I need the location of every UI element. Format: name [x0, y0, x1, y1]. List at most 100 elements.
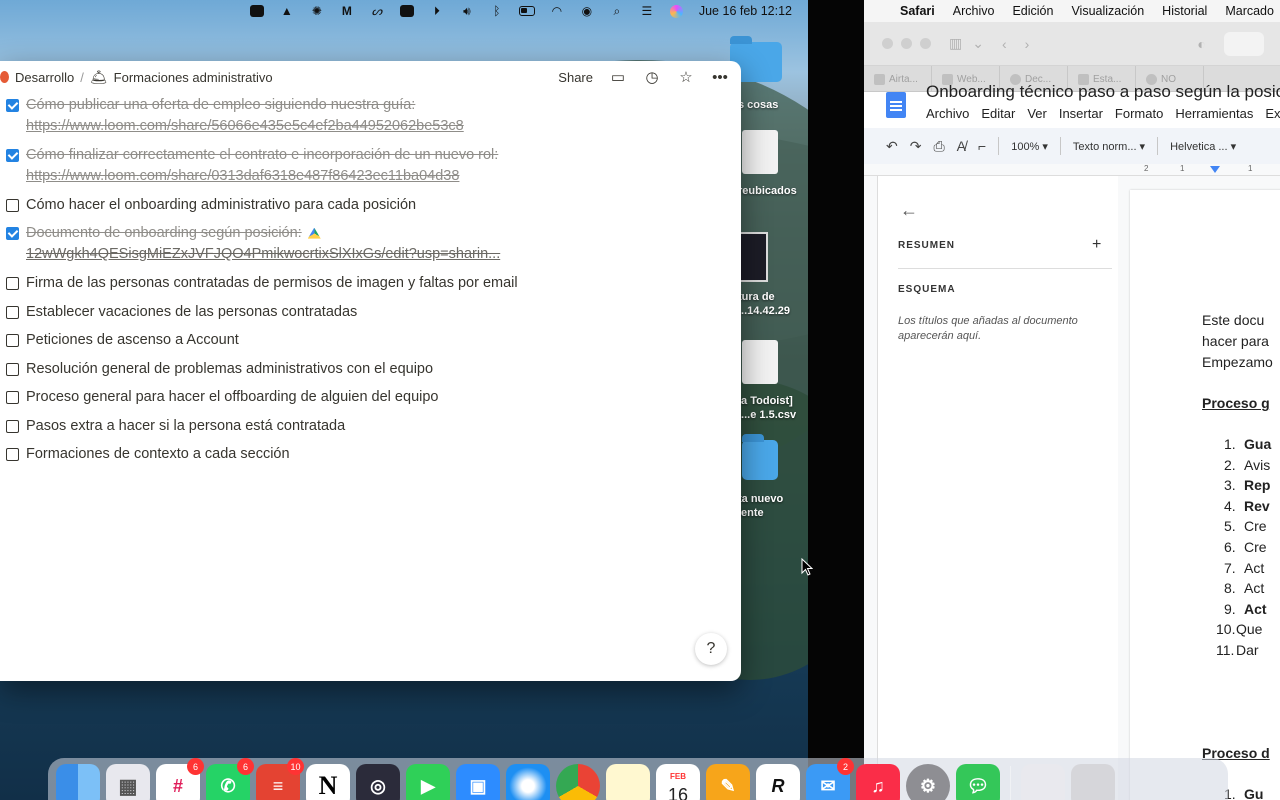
wifi-icon[interactable]: ◠: [549, 4, 565, 18]
breadcrumb-page[interactable]: Formaciones administrativo: [114, 70, 273, 85]
document-page[interactable]: Este docu hacer para Empezamo Proceso g …: [1130, 190, 1280, 800]
indent-marker-icon[interactable]: [1210, 166, 1220, 173]
docs-menu-editar[interactable]: Editar: [981, 106, 1015, 121]
minimize-window-button[interactable]: [901, 38, 912, 49]
battery-icon[interactable]: [518, 4, 535, 18]
notes-icon[interactable]: [606, 764, 650, 800]
notion-icon[interactable]: N: [306, 764, 350, 800]
docs-menu-extensiones[interactable]: Ex: [1265, 106, 1280, 121]
forward-icon[interactable]: ›: [1025, 36, 1030, 52]
facetime-icon[interactable]: ▶: [406, 764, 450, 800]
document-title[interactable]: Onboarding técnico paso a paso según la …: [926, 82, 1280, 102]
menu-marcadores[interactable]: Marcado: [1225, 4, 1274, 18]
todoist-icon[interactable]: ≡ 10: [256, 758, 304, 800]
style-select[interactable]: Texto norm... ▾: [1073, 140, 1145, 153]
signature-icon[interactable]: ᔕ: [369, 4, 385, 18]
comment-icon[interactable]: ▭: [609, 68, 627, 86]
desktop-csv-file[interactable]: la Todoist] l...e 1.5.csv: [738, 340, 808, 422]
privacy-icon[interactable]: ◐: [1197, 36, 1205, 52]
desktop-folder[interactable]: s cosas: [730, 36, 808, 112]
sidebar-icon[interactable]: ▥: [949, 35, 962, 52]
close-window-button[interactable]: [882, 38, 893, 49]
todo-checkbox[interactable]: [6, 99, 19, 112]
docs-menu-formato[interactable]: Formato: [1115, 106, 1163, 121]
todo-text[interactable]: Cómo publicar una oferta de empleo sigui…: [26, 97, 415, 113]
chevron-down-icon[interactable]: ⌄: [972, 35, 984, 52]
drive-icon[interactable]: ▲: [279, 4, 295, 18]
chrome-icon[interactable]: [556, 764, 600, 800]
menu-safari[interactable]: Safari: [900, 4, 935, 18]
docs-menu-herramientas[interactable]: Herramientas: [1175, 106, 1253, 121]
whatsapp-icon[interactable]: ✆ 6: [206, 758, 254, 800]
todo-link[interactable]: https://www.loom.com/share/56066e435e5c4…: [26, 116, 464, 137]
todo-text[interactable]: Cómo finalizar correctamente el contrato…: [26, 147, 498, 163]
browser-tab[interactable]: Airta...: [864, 66, 932, 92]
gear-icon[interactable]: ✺: [309, 4, 325, 18]
google-docs-icon[interactable]: [886, 92, 906, 118]
finder-icon[interactable]: [56, 764, 100, 800]
redo-icon[interactable]: ↷: [910, 138, 922, 155]
play-icon[interactable]: ⏵: [429, 4, 445, 18]
safari-icon[interactable]: [506, 764, 550, 800]
todo-checkbox[interactable]: [6, 199, 19, 212]
todo-text[interactable]: Resolución general de problemas administ…: [26, 359, 433, 380]
todo-checkbox[interactable]: [6, 305, 19, 319]
docs-menu-ver[interactable]: Ver: [1027, 106, 1047, 121]
star-icon[interactable]: ☆: [677, 68, 695, 86]
zoom-select[interactable]: 100% ▾: [1011, 140, 1048, 153]
mail-icon[interactable]: ✉ 2: [806, 758, 854, 800]
menu-edicion[interactable]: Edición: [1012, 4, 1053, 18]
todo-text[interactable]: Peticiones de ascenso a Account: [26, 330, 239, 351]
undo-icon[interactable]: ↶: [886, 138, 898, 155]
print-icon[interactable]: ⎙: [933, 138, 944, 155]
menu-visualizacion[interactable]: Visualización: [1071, 4, 1144, 18]
user-icon[interactable]: ◉: [579, 4, 595, 18]
trash-icon[interactable]: [1071, 764, 1115, 800]
todo-text[interactable]: Pasos extra a hacer si la persona está c…: [26, 416, 345, 437]
add-summary-icon[interactable]: +: [1092, 236, 1101, 254]
todo-checkbox[interactable]: [6, 448, 19, 461]
todo-checkbox[interactable]: [6, 334, 19, 347]
obs-icon[interactable]: ◎: [356, 764, 400, 800]
todo-text[interactable]: Documento de onboarding según posición:: [26, 225, 302, 241]
r-app-icon[interactable]: R: [756, 764, 800, 800]
paint-format-icon[interactable]: ⌐: [978, 138, 986, 154]
launchpad-icon[interactable]: ▦: [106, 764, 150, 800]
volume-icon[interactable]: 🔊︎: [459, 4, 475, 18]
camera-icon[interactable]: [249, 4, 265, 18]
address-bar[interactable]: [1223, 31, 1264, 56]
todo-link[interactable]: 12wWgkh4QESisgMiEZxJVFJQO4PmikwocrtixSlX…: [26, 244, 500, 265]
desktop-folder[interactable]: ta nuevo iente: [738, 434, 808, 520]
todo-text[interactable]: Establecer vacaciones de las personas co…: [26, 302, 357, 323]
todo-checkbox[interactable]: [6, 391, 19, 404]
todo-link[interactable]: https://www.loom.com/share/0313daf6318e4…: [26, 166, 498, 187]
todo-checkbox[interactable]: [6, 227, 19, 240]
menu-archivo[interactable]: Archivo: [953, 4, 995, 18]
search-icon[interactable]: ⌕: [609, 4, 625, 18]
zoom-icon[interactable]: ▣: [456, 764, 500, 800]
docs-menu-insertar[interactable]: Insertar: [1059, 106, 1103, 121]
todo-checkbox[interactable]: [6, 149, 19, 162]
downloads-stack-icon[interactable]: [1021, 764, 1065, 800]
bluetooth-icon[interactable]: ᛒ: [489, 4, 505, 18]
control-center-icon[interactable]: ☰: [639, 4, 655, 18]
breadcrumb-workspace[interactable]: Desarrollo: [15, 70, 74, 85]
slack-icon[interactable]: #6: [156, 758, 204, 800]
history-icon[interactable]: ◷: [643, 68, 661, 86]
todo-checkbox[interactable]: [6, 362, 19, 376]
todo-text[interactable]: Formaciones de contexto a cada sección: [26, 444, 290, 465]
clipboard-icon[interactable]: [399, 4, 415, 18]
desktop-file[interactable]: reubicados: [738, 130, 808, 198]
calendar-icon[interactable]: FEB 16: [656, 764, 700, 800]
desktop-screenshot[interactable]: tura de ...14.42.29: [738, 232, 808, 318]
menu-historial[interactable]: Historial: [1162, 4, 1207, 18]
todo-checkbox[interactable]: [6, 277, 19, 290]
back-arrow-icon[interactable]: ←: [900, 200, 918, 221]
share-button[interactable]: Share: [558, 70, 593, 85]
menu-bar-clock[interactable]: Jue 16 feb 12:12: [699, 4, 792, 18]
m-app-icon[interactable]: M: [339, 4, 355, 18]
todo-text[interactable]: Proceso general para hacer el offboardin…: [26, 387, 438, 408]
docs-menu-archivo[interactable]: Archivo: [926, 106, 969, 121]
messages-icon[interactable]: 💬︎: [956, 764, 1000, 800]
todo-text[interactable]: Firma de las personas contratadas de per…: [26, 273, 518, 294]
